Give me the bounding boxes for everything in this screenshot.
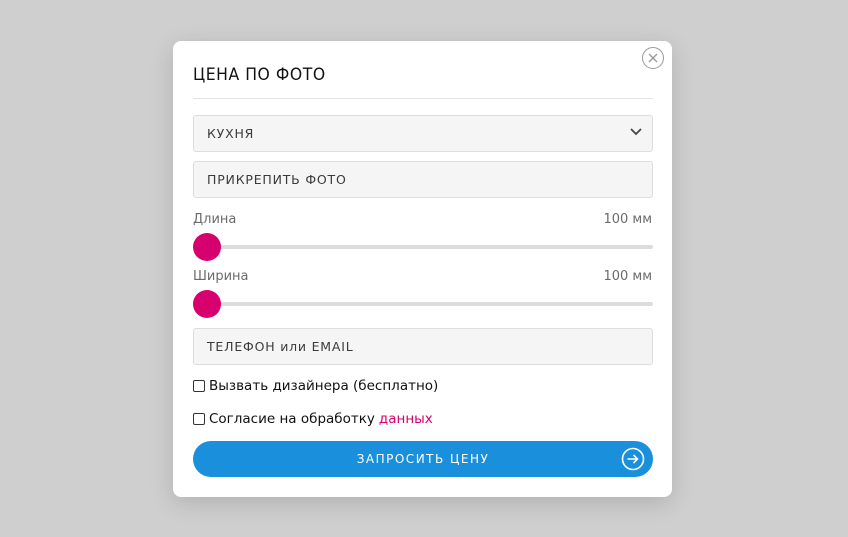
contact-input[interactable]: ТЕЛЕФОН или EMAIL xyxy=(193,328,653,365)
width-slider-track[interactable] xyxy=(193,302,653,306)
call-designer-label: Вызвать дизайнера (бесплатно) xyxy=(209,378,439,394)
modal-title: ЦЕНА ПО ФОТО xyxy=(193,65,326,85)
room-type-select[interactable]: КУХНЯ xyxy=(193,115,653,152)
length-value: 100 мм xyxy=(603,212,652,227)
request-price-button[interactable]: ЗАПРОСИТЬ ЦЕНУ xyxy=(193,441,653,477)
attach-photo-button[interactable]: ПРИКРЕПИТЬ ФОТО xyxy=(193,161,653,198)
call-designer-checkbox[interactable] xyxy=(193,380,205,392)
close-button[interactable] xyxy=(642,47,664,69)
consent-option[interactable]: Согласие на обработку данных xyxy=(193,411,433,427)
width-slider-thumb[interactable] xyxy=(193,290,221,318)
chevron-down-icon xyxy=(630,128,642,136)
price-by-photo-modal: ЦЕНА ПО ФОТО КУХНЯ ПРИКРЕПИТЬ ФОТО Длина… xyxy=(173,41,672,497)
close-icon xyxy=(648,53,658,63)
width-value: 100 мм xyxy=(603,269,652,284)
call-designer-option[interactable]: Вызвать дизайнера (бесплатно) xyxy=(193,378,438,394)
title-divider xyxy=(193,98,653,99)
length-label: Длина xyxy=(193,212,237,227)
contact-placeholder: ТЕЛЕФОН или EMAIL xyxy=(207,339,354,354)
attach-photo-label: ПРИКРЕПИТЬ ФОТО xyxy=(207,172,347,187)
consent-label: Согласие на обработку xyxy=(209,411,375,427)
request-price-label: ЗАПРОСИТЬ ЦЕНУ xyxy=(356,452,490,466)
length-slider-track[interactable] xyxy=(193,245,653,249)
width-label: Ширина xyxy=(193,269,249,284)
consent-checkbox[interactable] xyxy=(193,413,205,425)
length-slider-thumb[interactable] xyxy=(193,233,221,261)
room-type-value: КУХНЯ xyxy=(207,126,255,141)
data-policy-link[interactable]: данных xyxy=(379,411,433,427)
arrow-right-circle-icon xyxy=(621,447,645,471)
